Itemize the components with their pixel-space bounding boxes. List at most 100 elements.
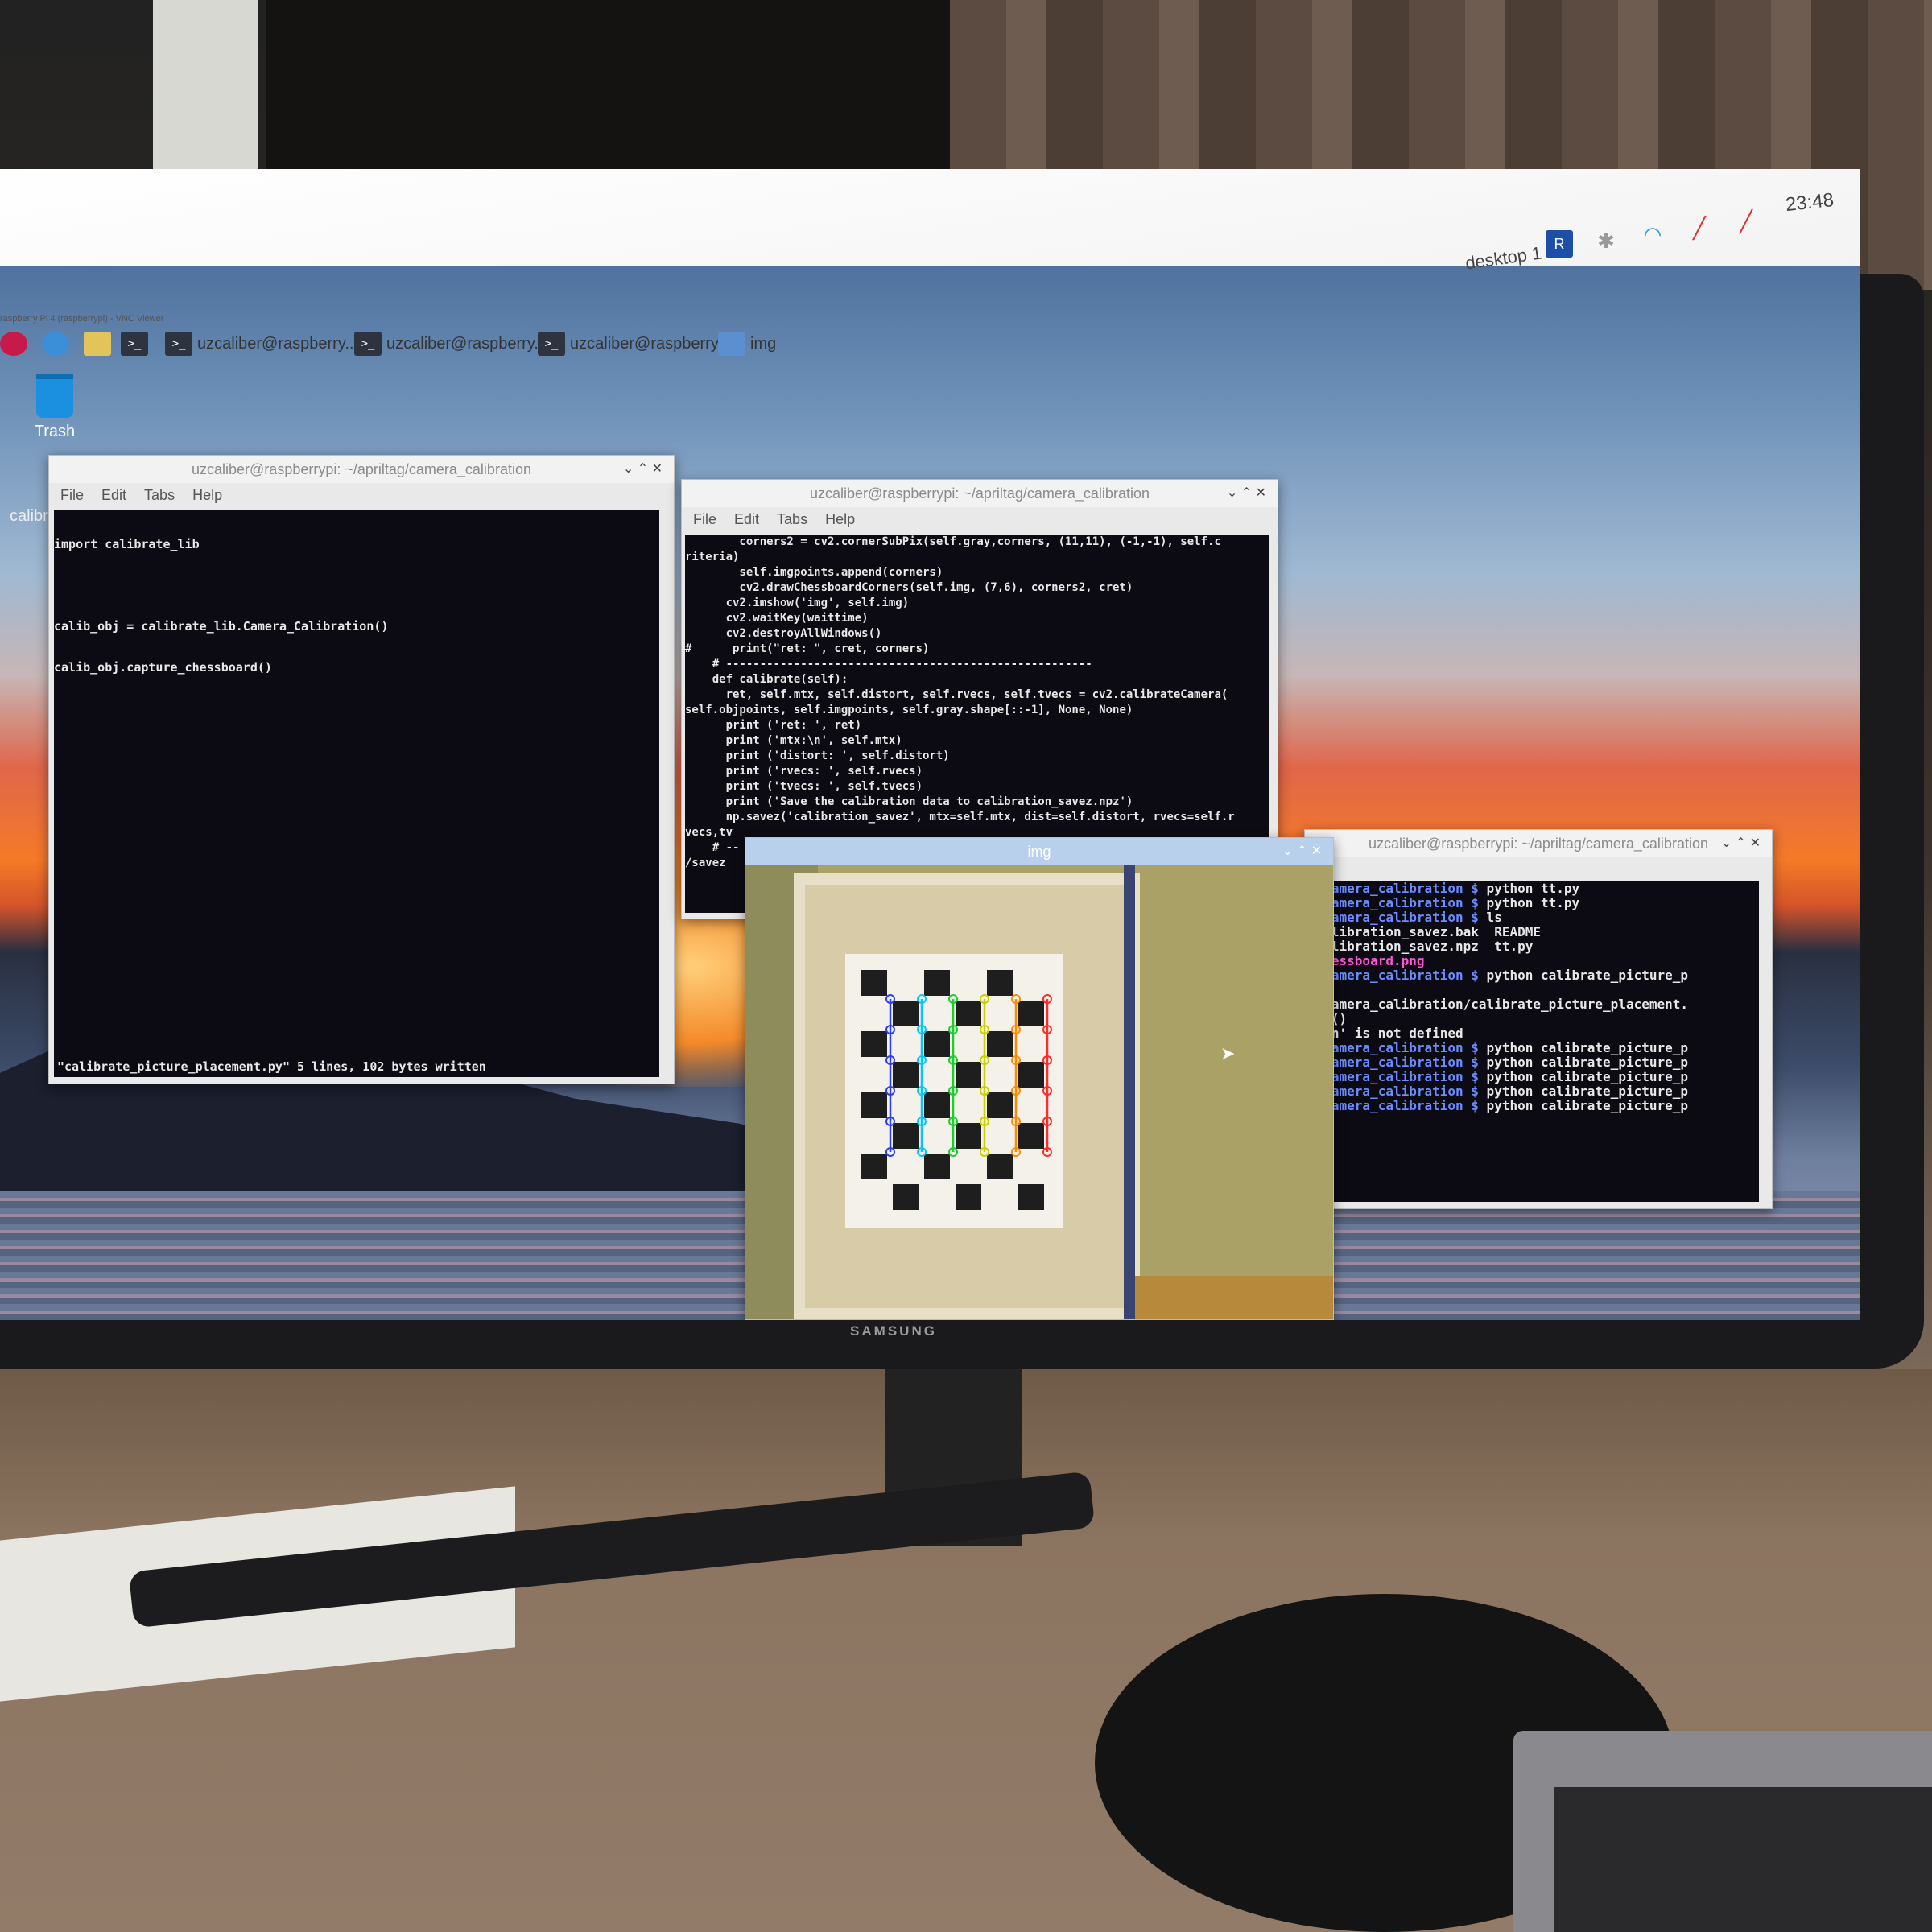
shell-line: calibration_savez.bak README — [1308, 924, 1541, 939]
shell-line: chessboard.png — [1308, 954, 1759, 968]
code-line: # --------------------------------------… — [685, 658, 1092, 671]
vim-tilde-column — [54, 578, 60, 1061]
chessboard-square — [893, 1123, 919, 1149]
shell-line: g/camera_calibration $ python tt.py — [1308, 881, 1759, 896]
chessboard-square — [956, 1062, 981, 1088]
mouse-cursor-icon: ➤ — [1220, 1043, 1236, 1063]
browser-globe-icon[interactable] — [42, 330, 69, 357]
trash-desktop-icon[interactable]: Trash — [23, 374, 87, 441]
terminal-icon: >_ — [538, 332, 565, 356]
opencv-img-window[interactable]: img ⌄ ⌃ ✕ ➤ — [745, 837, 1334, 1320]
menu-tabs[interactable]: Tabs — [777, 511, 807, 528]
terminal-icon: >_ — [165, 332, 192, 356]
volume-muted-icon[interactable]: ╱ — [1686, 214, 1713, 242]
calib-desktop-label[interactable]: calibr — [10, 507, 48, 526]
window-controls[interactable]: ⌄ ⌃ ✕ — [623, 456, 663, 483]
terminal-output[interactable]: g/camera_calibration $ python tt.py g/cam… — [1308, 881, 1759, 1202]
code-line: cv2.imshow('img', self.img) — [685, 597, 910, 609]
window-controls[interactable]: ⌄ ⌃ ✕ — [1721, 830, 1761, 857]
wifi-icon[interactable]: ◠ — [1639, 221, 1666, 248]
chessboard-square — [924, 1154, 950, 1179]
window-title: uzcaliber@raspberrypi: ~/apriltag/camera… — [682, 480, 1278, 507]
window-controls[interactable]: ⌄ ⌃ ✕ — [1227, 480, 1266, 507]
raspberry-menu-icon[interactable] — [0, 330, 27, 357]
chessboard-square — [893, 1184, 919, 1210]
chessboard-square — [1018, 1062, 1044, 1088]
chessboard-square — [861, 1092, 887, 1118]
code-line: cv2.waitKey(waittime) — [685, 612, 869, 625]
taskbar-terminal-3[interactable]: >_ uzcaliber@raspberry... — [538, 330, 731, 357]
terminal-icon[interactable]: >_ — [121, 330, 148, 357]
taskbar-img[interactable]: img — [718, 330, 776, 357]
menu-bar: File Edit Tabs Help — [682, 507, 1278, 531]
code-line: self.imgpoints.append(corners) — [685, 566, 943, 579]
code-line: print ('distort: ', self.distort) — [685, 749, 950, 762]
shell-command: python calibrate_picture_p — [1478, 1069, 1689, 1084]
chessboard-square — [861, 970, 887, 996]
menu-help[interactable]: Help — [192, 487, 222, 504]
top-panel — [0, 169, 1860, 266]
shell-line: g/camera_calibration/calibrate_picture_p… — [1308, 997, 1689, 1012]
code-line: def calibrate(self): — [685, 673, 848, 686]
code-line: ret, self.mtx, self.distort, self.rvecs,… — [685, 688, 1228, 701]
menu-edit[interactable]: Edit — [101, 487, 126, 504]
chessboard-square — [987, 970, 1013, 996]
code-line: calib_obj = calibrate_lib.Camera_Calibra… — [54, 619, 389, 634]
shell-command: python calibrate_picture_p — [1478, 1055, 1689, 1070]
network-muted-icon[interactable]: ╱ — [1732, 208, 1760, 235]
code-line: calib_obj.capture_chessboard() — [54, 660, 272, 675]
menu-file[interactable]: File — [60, 487, 84, 504]
terminal-window-editor[interactable]: uzcaliber@raspberrypi: ~/apriltag/camera… — [48, 455, 675, 1084]
shell-command: python tt.py — [1478, 881, 1580, 896]
shell-command: python calibrate_picture_p — [1478, 968, 1689, 983]
monitor-brand-logo: SAMSUNG — [850, 1323, 937, 1339]
chessboard-square — [1018, 1123, 1044, 1149]
menu-file[interactable]: File — [693, 511, 716, 528]
window-title: img ⌄ ⌃ ✕ — [745, 838, 1333, 865]
chessboard-square — [987, 1154, 1013, 1179]
code-line: cv2.drawChessboardCorners(self.img, (7,6… — [685, 581, 1133, 594]
shell-command: ls — [1478, 910, 1502, 925]
taskbar-terminal-1[interactable]: >_ uzcaliber@raspberry... — [165, 330, 358, 357]
window-controls[interactable]: ⌄ ⌃ ✕ — [1282, 838, 1322, 865]
terminal-window-shell[interactable]: uzcaliber@raspberrypi: ~/apriltag/camera… — [1304, 829, 1773, 1209]
chessboard-square — [956, 1123, 981, 1149]
window-title: uzcaliber@raspberrypi: ~/apriltag/camera… — [1305, 830, 1772, 857]
chessboard-square — [956, 1001, 981, 1026]
frame-edge — [1124, 865, 1135, 1319]
camera-frame — [745, 865, 1333, 1319]
shell-line: g/camera_calibration $ python calibrate_… — [1308, 1099, 1759, 1113]
menu-help[interactable]: Help — [825, 511, 855, 528]
shell-command: python tt.py — [1478, 895, 1580, 910]
terminal-output[interactable]: import calibrate_lib calib_obj = calibra… — [54, 510, 659, 1077]
shell-line: ion() — [1308, 1012, 1759, 1026]
file-manager-icon[interactable] — [84, 330, 111, 357]
image-window-icon — [718, 332, 745, 356]
trash-icon — [36, 374, 73, 418]
shell-line: g/camera_calibration $ ls — [1308, 910, 1759, 925]
chessboard-square — [924, 970, 950, 996]
chessboard-square — [861, 1154, 887, 1179]
code-line: print ('Save the calibration data to cal… — [685, 795, 1133, 808]
shell-line: g/camera_calibration $ python calibrate_… — [1308, 1070, 1759, 1084]
laptop-screen — [1554, 1787, 1932, 1932]
chessboard-square — [924, 1092, 950, 1118]
shell-command: python calibrate_picture_p — [1478, 1098, 1689, 1113]
code-line: print ('rvecs: ', self.rvecs) — [685, 765, 923, 778]
menu-tabs[interactable]: Tabs — [144, 487, 175, 504]
bluetooth-icon[interactable]: ✱ — [1592, 227, 1620, 254]
code-line: corners2 = cv2.cornerSubPix(self.gray,co… — [685, 535, 1221, 548]
shell-line: g/camera_calibration $ python calibrate_… — [1308, 1041, 1759, 1055]
chessboard-square — [893, 1062, 919, 1088]
chessboard-square — [893, 1001, 919, 1026]
shell-line: t): — [1308, 983, 1759, 997]
vnc-icon[interactable]: R — [1546, 230, 1573, 258]
menu-edit[interactable]: Edit — [734, 511, 759, 528]
taskbar-terminal-2[interactable]: >_ uzcaliber@raspberry... — [354, 330, 547, 357]
shell-line: g/camera_calibration $ python calibrate_… — [1308, 1055, 1759, 1070]
shell-command: python calibrate_picture_p — [1478, 1040, 1689, 1055]
window-title: uzcaliber@raspberrypi: ~/apriltag/camera… — [49, 456, 674, 483]
code-line: import calibrate_lib — [54, 537, 200, 551]
chessboard-image — [861, 970, 1052, 1210]
shell-line: g/camera_calibration $ python calibrate_… — [1308, 968, 1759, 983]
